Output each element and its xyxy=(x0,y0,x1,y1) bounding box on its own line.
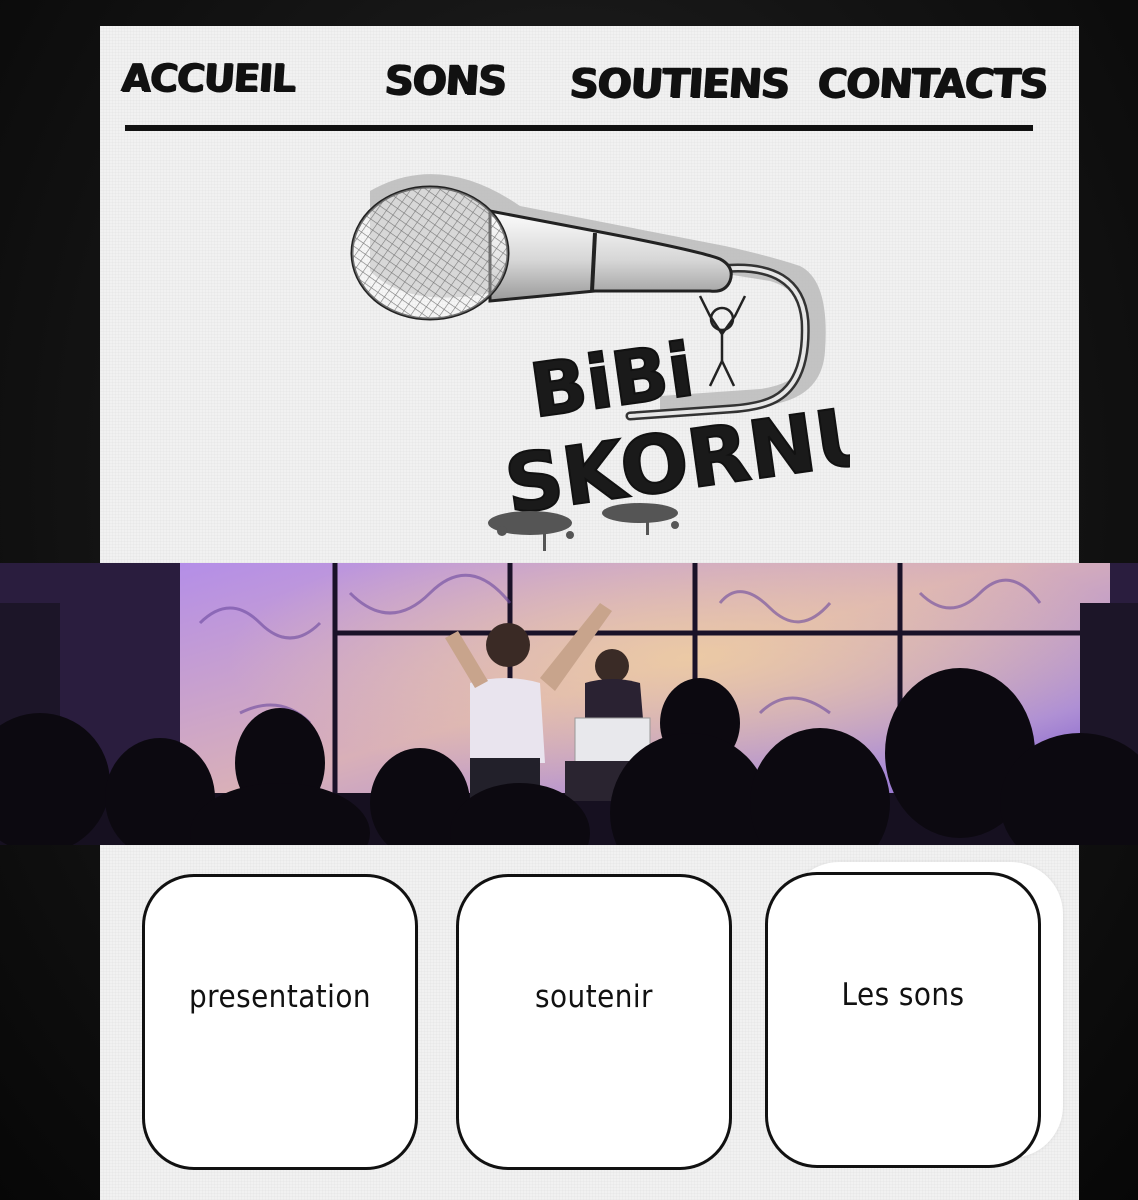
soutenir-card-button[interactable]: soutenir xyxy=(456,874,732,1170)
main-navigation: ACCUEIL SONS SOUTIENS CONTACTS xyxy=(100,26,1079,131)
links-panel: presentation soutenir Les sons xyxy=(100,845,1079,1200)
presentation-card-label: presentation xyxy=(189,979,371,1015)
nav-accueil-link[interactable]: ACCUEIL xyxy=(120,48,298,108)
bibi-skornu-logo: BiBi SKORNU xyxy=(350,174,850,551)
nav-sons-link[interactable]: SONS xyxy=(383,51,508,111)
nav-contacts-link[interactable]: CONTACTS xyxy=(816,54,1050,114)
presentation-card-button[interactable]: presentation xyxy=(142,874,418,1170)
les-sons-card-button[interactable]: Les sons xyxy=(765,872,1041,1168)
les-sons-card-label: Les sons xyxy=(841,977,965,1013)
stage-photo xyxy=(0,563,1138,845)
soutenir-card-label: soutenir xyxy=(535,979,653,1015)
stick-figure xyxy=(698,295,747,387)
nav-divider xyxy=(125,125,1033,131)
nav-soutiens-link[interactable]: SOUTIENS xyxy=(568,54,791,114)
header-panel: ACCUEIL SONS SOUTIENS CONTACTS BiBi SKOR… xyxy=(100,26,1079,563)
